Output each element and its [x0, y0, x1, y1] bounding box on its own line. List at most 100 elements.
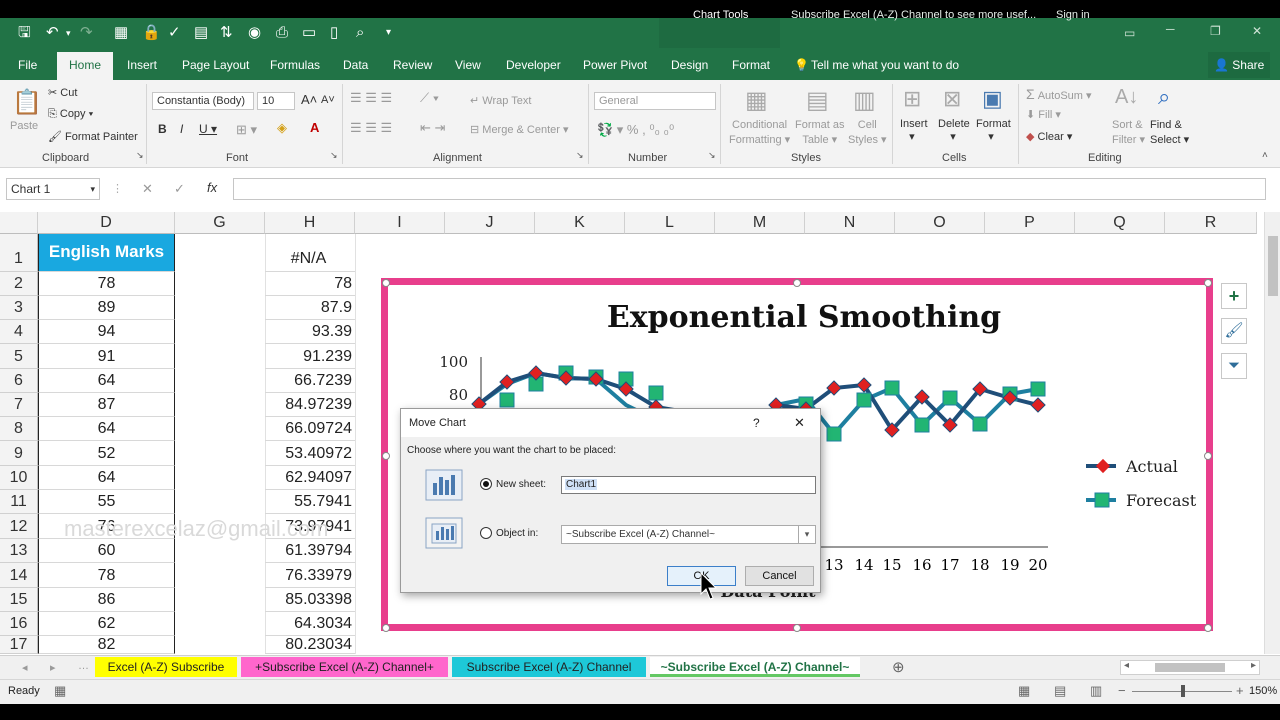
tab-formulas[interactable]: Formulas [270, 58, 320, 72]
scroll-right-icon[interactable]: ▸ [1251, 660, 1256, 671]
scrollbar-thumb[interactable] [1268, 236, 1278, 296]
column-header[interactable]: J [445, 212, 535, 234]
tab-insert[interactable]: Insert [127, 58, 157, 72]
new-sheet-radio[interactable] [480, 478, 492, 490]
font-size-box[interactable]: 10 [257, 92, 295, 110]
fill-button[interactable]: ⬇ Fill ▾ [1026, 108, 1061, 121]
underline-button[interactable]: U ▾ [199, 122, 217, 136]
row-header[interactable]: 9 [0, 441, 38, 466]
font-color-button[interactable]: A [310, 120, 319, 135]
english-marks-cell[interactable]: 89 [38, 296, 175, 320]
page-layout-view-icon[interactable]: ▤ [1054, 683, 1066, 699]
tab-power-pivot[interactable]: Power Pivot [583, 58, 647, 72]
vertical-scrollbar[interactable] [1264, 212, 1280, 654]
shrink-font-button[interactable]: A˅ [321, 94, 335, 106]
orientation-button[interactable]: ⟋ ▾ [420, 90, 439, 106]
align-top-button[interactable]: ☰ ☰ ☰ [350, 90, 392, 106]
resize-handle[interactable] [382, 624, 390, 632]
customize-qat-icon[interactable]: ▾ [386, 24, 391, 42]
english-marks-cell[interactable]: 87 [38, 393, 175, 417]
resize-handle[interactable] [382, 279, 390, 287]
delete-cells-button[interactable]: Delete ▾ [938, 118, 970, 143]
format-cells-button[interactable]: Format ▾ [976, 118, 1011, 143]
forecast-value-cell[interactable]: 53.40972 [265, 441, 355, 466]
share-button[interactable]: 👤 Share [1208, 52, 1270, 78]
add-sheet-icon[interactable]: ⊕ [892, 658, 905, 676]
tab-review[interactable]: Review [393, 58, 432, 72]
tab-developer[interactable]: Developer [506, 58, 561, 72]
minimize-icon[interactable]: ─ [1166, 22, 1175, 36]
scroll-left-icon[interactable]: ◂ [1124, 660, 1129, 671]
tab-design[interactable]: Design [671, 58, 708, 72]
copy-button[interactable]: ⎘ Copy ▾ [48, 108, 93, 121]
chart-icon[interactable]: ▤ [194, 24, 208, 42]
cut-button[interactable]: ✂ Cut [48, 86, 77, 99]
chart-elements-plus-icon[interactable]: + [1221, 283, 1247, 309]
column-header[interactable]: G [175, 212, 265, 234]
column-d-header-cell[interactable]: English Marks [38, 234, 175, 272]
row-header[interactable]: 14 [0, 563, 38, 588]
chart-styles-brush-icon[interactable]: 🖌 [1221, 318, 1247, 344]
borders-button[interactable]: ⊞ ▾ [236, 122, 257, 138]
clipboard-launcher-icon[interactable]: ↘ [136, 150, 144, 161]
object-in-select[interactable]: ~Subscribe Excel (A-Z) Channel~ ▾ [561, 525, 816, 544]
english-marks-cell[interactable]: 64 [38, 369, 175, 393]
row-header[interactable]: 1 [0, 234, 38, 272]
sheet-tab-active[interactable]: ~Subscribe Excel (A-Z) Channel~ [650, 657, 860, 677]
tab-page-layout[interactable]: Page Layout [182, 58, 249, 72]
new-file-icon[interactable]: ▯ [330, 24, 338, 42]
macro-record-icon[interactable]: ▦ [54, 683, 66, 699]
select-all-corner[interactable] [0, 212, 38, 234]
spelling-icon[interactable]: ✓ [168, 24, 181, 42]
column-header[interactable]: D [38, 212, 175, 234]
ribbon-display-icon[interactable]: ▭ [1124, 26, 1135, 40]
name-box[interactable]: Chart 1 ▾ [6, 178, 100, 200]
chart-filter-icon[interactable]: ⏷ [1221, 353, 1247, 379]
font-launcher-icon[interactable]: ↘ [330, 150, 338, 161]
column-header[interactable]: H [265, 212, 355, 234]
forecast-value-cell[interactable]: 85.03398 [265, 588, 355, 612]
undo-dropdown-icon[interactable]: ▾ [66, 24, 71, 42]
number-launcher-icon[interactable]: ↘ [708, 150, 716, 161]
table-icon[interactable]: ▦ [114, 24, 128, 42]
tab-data[interactable]: Data [343, 58, 368, 72]
sheet-tab[interactable]: Excel (A-Z) Subscribe [95, 657, 237, 677]
italic-button[interactable]: I [180, 122, 183, 136]
undo-icon[interactable]: ↶ [46, 24, 59, 42]
column-header[interactable]: P [985, 212, 1075, 234]
forecast-value-cell[interactable]: 78 [265, 272, 355, 296]
row-header[interactable]: 3 [0, 296, 38, 320]
alignment-launcher-icon[interactable]: ↘ [576, 150, 584, 161]
collapse-ribbon-icon[interactable]: ˄ [1262, 150, 1268, 161]
column-header[interactable]: N [805, 212, 895, 234]
english-marks-cell[interactable]: 86 [38, 588, 175, 612]
conditional-formatting-button[interactable]: Conditional Formatting ▾ [729, 118, 790, 148]
folder-icon[interactable]: ▭ [302, 24, 316, 42]
column-header[interactable]: K [535, 212, 625, 234]
sheet-tab[interactable]: Subscribe Excel (A-Z) Channel [452, 657, 646, 677]
format-painter-button[interactable]: 🖌 Format Painter [48, 130, 138, 143]
forecast-value-cell[interactable]: 55.7941 [265, 490, 355, 514]
close-window-icon[interactable]: ✕ [1252, 24, 1262, 38]
scrollbar-thumb[interactable] [1155, 663, 1225, 672]
fill-color-button[interactable]: ◈ [277, 120, 287, 136]
row-header[interactable]: 8 [0, 417, 38, 441]
column-header[interactable]: Q [1075, 212, 1165, 234]
english-marks-cell[interactable]: 64 [38, 466, 175, 490]
row-header[interactable]: 7 [0, 393, 38, 417]
align-left-button[interactable]: ☰ ☰ ☰ [350, 120, 392, 136]
zoom-level[interactable]: 150% [1249, 685, 1277, 697]
row-header[interactable]: 11 [0, 490, 38, 514]
maximize-icon[interactable]: ❐ [1210, 24, 1221, 38]
wrap-text-button[interactable]: ↵ Wrap Text [470, 94, 531, 107]
format-as-table-button[interactable]: Format as Table ▾ [795, 118, 845, 148]
clear-button[interactable]: ◆ Clear ▾ [1026, 130, 1072, 143]
row-header[interactable]: 6 [0, 369, 38, 393]
resize-handle[interactable] [793, 279, 801, 287]
horizontal-scrollbar[interactable]: ◂ ▸ [1120, 660, 1260, 675]
sheet-tab[interactable]: +Subscribe Excel (A-Z) Channel+ [241, 657, 448, 677]
autosum-button[interactable]: Σ AutoSum ▾ [1026, 86, 1092, 102]
cancel-button[interactable]: Cancel [745, 566, 814, 586]
print-preview-icon[interactable]: ⌕ [356, 24, 364, 42]
english-marks-cell[interactable]: 64 [38, 417, 175, 441]
